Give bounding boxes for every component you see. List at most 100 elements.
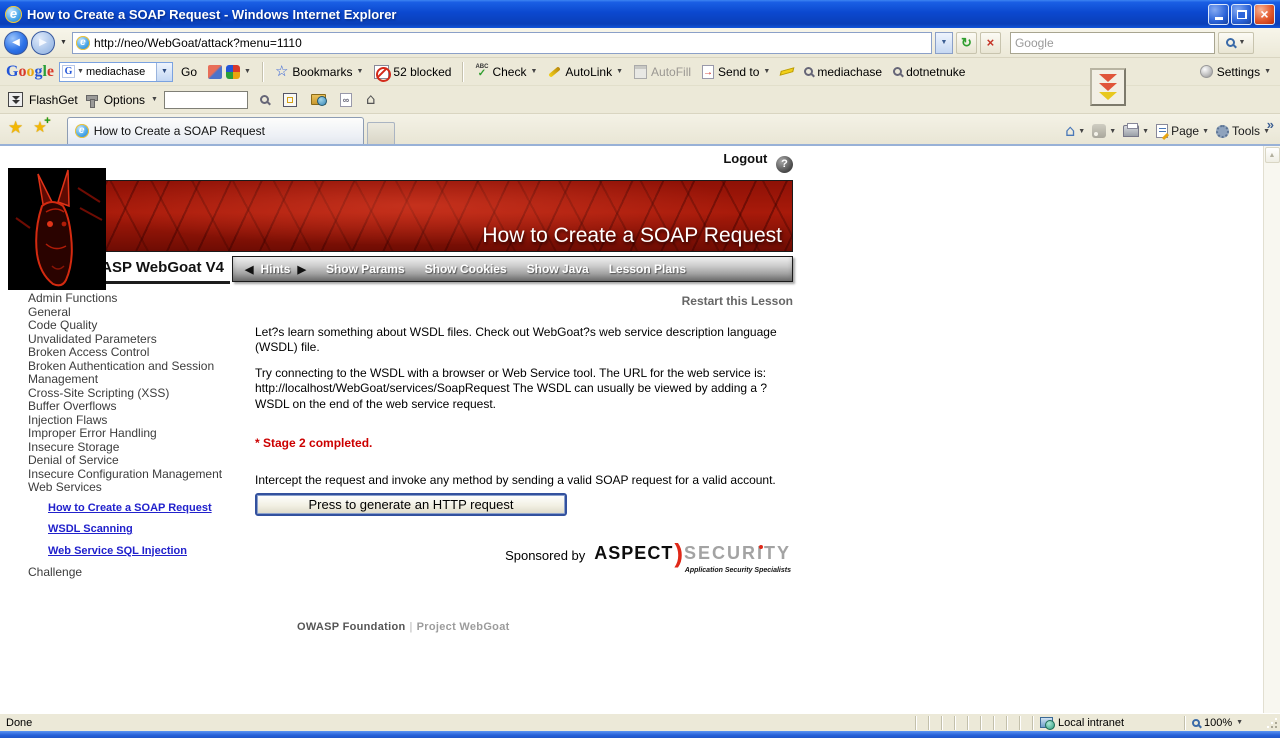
flashget-search-web-icon[interactable]	[259, 95, 269, 104]
sidebar-item-general[interactable]: General	[28, 305, 232, 320]
sidebar-link-soap-request[interactable]: How to Create a SOAP Request	[48, 502, 232, 516]
toolbar-separator	[261, 61, 264, 82]
popup-blocker-button[interactable]: 52 blocked	[371, 63, 454, 82]
settings-button[interactable]: Settings ▼	[1197, 63, 1274, 81]
flashget-chevron-icon	[1099, 83, 1117, 91]
sidebar-item-admin-functions[interactable]: Admin Functions	[28, 291, 232, 306]
resize-grip[interactable]	[1264, 714, 1280, 731]
flashget-drop-icon[interactable]	[1090, 68, 1126, 106]
sidebar-item-insecure-storage[interactable]: Insecure Storage	[28, 440, 232, 455]
footer-project-link[interactable]: Project WebGoat	[417, 621, 510, 633]
page-footer: OWASP Foundation | Project WebGoat	[297, 621, 510, 633]
combo-dropdown-button[interactable]: ▼	[156, 62, 173, 81]
tools-menu-button[interactable]: Tools ▼	[1216, 124, 1270, 138]
tab-title: How to Create a SOAP Request	[93, 124, 265, 138]
google-search-combo[interactable]: G ▼ mediachase ▼	[59, 61, 174, 82]
hints-next-icon[interactable]: ▶	[297, 263, 305, 276]
address-dropdown-button[interactable]: ▼	[934, 31, 953, 54]
sidebar-link-sql-injection[interactable]: Web Service SQL Injection	[48, 545, 232, 559]
options-dropdown-icon[interactable]: ▼	[151, 96, 158, 103]
rss-feed-icon	[1092, 124, 1107, 138]
home-button[interactable]: ⌂ ▼	[1065, 123, 1085, 139]
search-modes-dropdown-icon: ▼	[244, 68, 251, 75]
add-favorite-icon[interactable]: ★	[33, 116, 51, 135]
search-dotnetnuke-button[interactable]: dotnetnuke	[890, 63, 968, 81]
minimize-button[interactable]	[1208, 3, 1229, 25]
autolink-button[interactable]: AutoLink ▼	[545, 63, 626, 81]
page-menu-button[interactable]: Page ▼	[1156, 124, 1209, 138]
print-button[interactable]: ▼	[1123, 123, 1149, 137]
sidebar-item-broken-access-control[interactable]: Broken Access Control	[28, 345, 232, 360]
menu-lesson-plans[interactable]: Lesson Plans	[609, 262, 686, 276]
bookmarks-dropdown-icon: ▼	[356, 68, 364, 75]
security-zone-indicator: Local intranet	[1032, 715, 1184, 730]
flashget-search-input[interactable]	[163, 90, 248, 109]
site-explorer-icon[interactable]	[310, 94, 327, 106]
download-links-icon[interactable]: ∞	[339, 92, 352, 107]
restart-lesson-link[interactable]: Restart this Lesson	[255, 294, 793, 310]
page-icon	[1156, 124, 1169, 138]
sidebar-item-broken-authentication[interactable]: Broken Authentication and Session Manage…	[28, 359, 232, 387]
menu-hints[interactable]: Hints	[260, 262, 290, 276]
favorites-center-icon[interactable]: ★	[8, 119, 23, 136]
vertical-scrollbar[interactable]: ▲	[1263, 146, 1280, 713]
sidebar-link-wsdl-scanning[interactable]: WSDL Scanning	[48, 523, 232, 537]
sidebar-item-unvalidated-parameters[interactable]: Unvalidated Parameters	[28, 332, 232, 347]
back-button[interactable]: ◀	[4, 30, 28, 55]
feeds-button: ▼	[1092, 124, 1116, 138]
autolink-dropdown-icon: ▼	[616, 68, 624, 75]
zoom-level: 100%	[1204, 716, 1233, 729]
close-button[interactable]: ×	[1254, 3, 1275, 25]
stop-button[interactable]: ×	[979, 31, 1001, 54]
capture-region-icon[interactable]	[282, 92, 297, 107]
search-mediachase-button[interactable]: mediachase	[801, 63, 885, 81]
google-go-button[interactable]: Go	[178, 63, 200, 81]
status-bar: Done Local intranet 100% ▼	[0, 713, 1280, 731]
search-go-button[interactable]: ▼	[1217, 31, 1254, 54]
footer-owasp-link[interactable]: OWASP Foundation	[297, 621, 405, 633]
menu-show-params[interactable]: Show Params	[326, 262, 405, 276]
sidebar-item-denial-of-service[interactable]: Denial of Service	[28, 453, 232, 468]
sidebar-item-code-quality[interactable]: Code Quality	[28, 318, 232, 333]
sidebar-item-buffer-overflows[interactable]: Buffer Overflows	[28, 399, 232, 414]
menu-show-java[interactable]: Show Java	[527, 262, 589, 276]
options-button[interactable]: Options	[104, 93, 145, 107]
spellcheck-button[interactable]: ABC ✓ Check ▼	[472, 62, 540, 81]
recent-pages-dropdown[interactable]: ▼	[58, 39, 69, 46]
spellcheck-icon: ABC ✓	[475, 64, 489, 79]
new-tab-button[interactable]	[366, 122, 395, 144]
refresh-icon: ↻	[960, 34, 972, 50]
stop-icon: ×	[986, 35, 995, 50]
toolbar-overflow-chevron[interactable]: »	[1267, 117, 1274, 132]
restore-button[interactable]	[1231, 3, 1252, 25]
flashget-home-icon[interactable]: ⌂	[366, 92, 376, 107]
refresh-button[interactable]: ↻	[955, 31, 977, 54]
sidebar-item-improper-error-handling[interactable]: Improper Error Handling	[28, 426, 232, 441]
live-search-input[interactable]	[1009, 31, 1215, 54]
flashget-label[interactable]: FlashGet	[29, 93, 78, 107]
sidebar-item-web-services[interactable]: Web Services	[28, 480, 232, 495]
sidebar-item-xss[interactable]: Cross-Site Scripting (XSS)	[28, 386, 232, 401]
zoom-control[interactable]: 100% ▼	[1184, 715, 1264, 730]
search-site-icon	[208, 64, 223, 79]
sendto-button[interactable]: Send to▼	[699, 63, 773, 81]
sidebar-item-insecure-configuration[interactable]: Insecure Configuration Management	[28, 467, 232, 482]
statusbar-separator	[967, 715, 980, 730]
menu-show-cookies[interactable]: Show Cookies	[425, 262, 507, 276]
tab-active[interactable]: e How to Create a SOAP Request	[66, 117, 364, 144]
search-site-button[interactable]: ▼	[205, 63, 254, 81]
hints-prev-icon[interactable]: ◀	[245, 263, 253, 276]
help-icon[interactable]: ?	[776, 155, 793, 173]
forward-button[interactable]: ▶	[31, 30, 55, 55]
highlight-button[interactable]	[778, 67, 796, 76]
address-input[interactable]: e http://neo/WebGoat/attack?menu=1110	[71, 31, 932, 54]
sendto-icon	[702, 64, 715, 79]
logout-link[interactable]: Logout	[723, 151, 767, 166]
zoom-icon	[1192, 718, 1200, 727]
highlighter-icon	[779, 67, 795, 76]
scroll-up-button[interactable]: ▲	[1264, 147, 1280, 163]
sidebar-item-injection-flaws[interactable]: Injection Flaws	[28, 413, 232, 428]
sidebar-item-challenge[interactable]: Challenge	[28, 565, 232, 580]
bookmarks-button[interactable]: ☆ Bookmarks ▼	[272, 62, 366, 81]
generate-request-button[interactable]: Press to generate an HTTP request	[255, 493, 567, 516]
